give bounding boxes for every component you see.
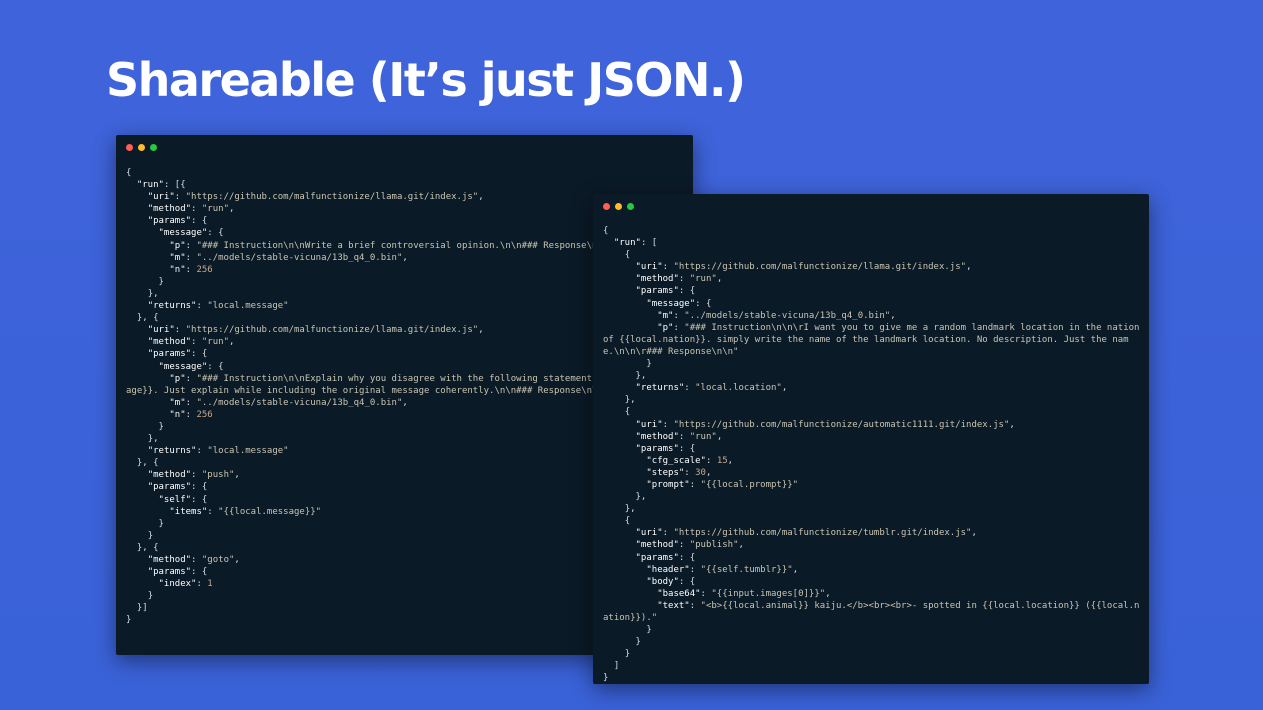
code-line: "params": { <box>635 443 696 454</box>
maximize-dot-icon[interactable] <box>150 144 157 151</box>
code-line: "params": { <box>635 552 696 563</box>
code-line: }, <box>603 504 636 515</box>
code-line: ] <box>603 661 620 672</box>
code-line: }, <box>603 395 636 406</box>
code-line: "p": "### Instruction\n\n\rI want you to… <box>603 322 1145 357</box>
code-block[interactable]: { "run": [ { "uri": "https://github.com/… <box>603 225 1143 684</box>
code-line: } <box>603 649 631 660</box>
maximize-dot-icon[interactable] <box>627 203 634 210</box>
code-line: "body": { <box>646 576 696 587</box>
code-line: } <box>603 625 652 636</box>
code-line: "text": "<b>{{local.animal}} kaiju.</b><… <box>603 600 1140 623</box>
code-line: "prompt": "{{local.prompt}}" <box>646 479 799 490</box>
code-line: }, <box>603 492 647 503</box>
window-controls <box>126 144 157 151</box>
code-line: "uri": "https://github.com/malfunctioniz… <box>635 262 972 273</box>
code-line: "params": { <box>635 286 696 297</box>
minimize-dot-icon[interactable] <box>138 144 145 151</box>
code-line: }, <box>603 371 647 382</box>
code-line: } <box>603 359 652 370</box>
code-line: "base64": "{{input.images[0]}}", <box>657 588 831 599</box>
code-line: "run": [ <box>613 238 658 249</box>
minimize-dot-icon[interactable] <box>615 203 622 210</box>
code-line: "method": "run", <box>635 431 723 442</box>
code-line: "m": "../models/stable-vicuna/13b_q4_0.b… <box>657 310 896 321</box>
close-dot-icon[interactable] <box>126 144 133 151</box>
code-line: { <box>603 250 631 261</box>
close-dot-icon[interactable] <box>603 203 610 210</box>
code-line: "cfg_scale": 15, <box>646 455 734 466</box>
code-line: { <box>126 168 132 178</box>
code-line: "uri": "https://github.com/malfunctioniz… <box>635 528 977 539</box>
window-controls <box>603 203 634 210</box>
code-line: "method": "publish", <box>635 540 744 551</box>
code-line: } <box>603 637 641 648</box>
code-line: "uri": "https://github.com/malfunctioniz… <box>635 419 1015 430</box>
code-line: "message": { <box>646 298 712 309</box>
code-line: { <box>603 407 631 418</box>
code-line: "method": "run", <box>635 274 723 285</box>
code-window-right: { "run": [ { "uri": "https://github.com/… <box>593 194 1149 684</box>
code-line: } <box>603 673 609 684</box>
slide-title: Shareable (It’s just JSON.) <box>106 53 746 107</box>
code-line: "returns": "local.location", <box>635 383 788 394</box>
code-line: "steps": 30, <box>646 467 712 478</box>
code-line: { <box>603 226 609 236</box>
code-line: "run": [{ <box>136 180 186 191</box>
code-line: { <box>603 516 631 527</box>
code-line: "header": "{{self.tumblr}}", <box>646 564 799 575</box>
